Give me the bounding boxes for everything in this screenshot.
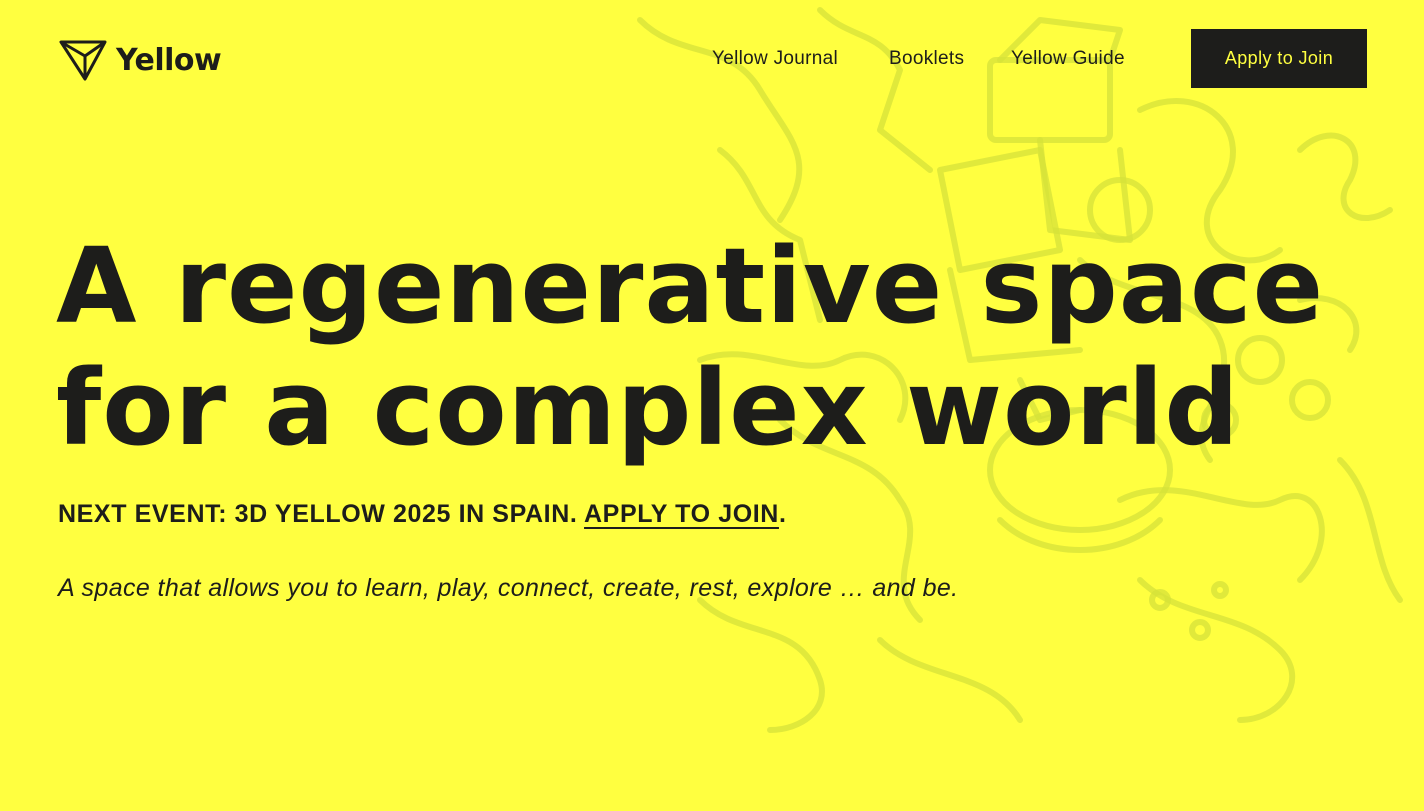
hero-title-line-1: A regenerative space	[56, 225, 1325, 347]
nav-link-yellow-journal[interactable]: Yellow Journal	[712, 48, 889, 70]
nav-link-yellow-guide[interactable]: Yellow Guide	[1011, 48, 1151, 70]
next-event-banner: NEXT EVENT: 3D YELLOW 2025 IN SPAIN. APP…	[58, 500, 787, 529]
site-header: Yellow Yellow Journal Booklets Yellow Gu…	[0, 0, 1424, 118]
hero-title: A regenerative space for a complex world	[56, 225, 1386, 469]
brand-name: Yellow	[116, 42, 222, 78]
nav-link-booklets[interactable]: Booklets	[889, 48, 1011, 70]
logo-link[interactable]: Yellow	[58, 38, 222, 82]
main-nav: Yellow Journal Booklets Yellow Guide	[712, 48, 1151, 70]
triangle-logo-icon	[59, 40, 107, 81]
apply-to-join-button[interactable]: Apply to Join	[1191, 29, 1367, 88]
event-text: NEXT EVENT: 3D YELLOW 2025 IN SPAIN.	[58, 500, 585, 528]
event-apply-link[interactable]: APPLY TO JOIN	[584, 500, 779, 528]
hero-tagline: A space that allows you to learn, play, …	[58, 574, 959, 602]
page: Yellow Yellow Journal Booklets Yellow Gu…	[0, 0, 1424, 811]
hero-title-line-2: for a complex world	[56, 347, 1240, 469]
event-suffix: .	[778, 500, 787, 528]
